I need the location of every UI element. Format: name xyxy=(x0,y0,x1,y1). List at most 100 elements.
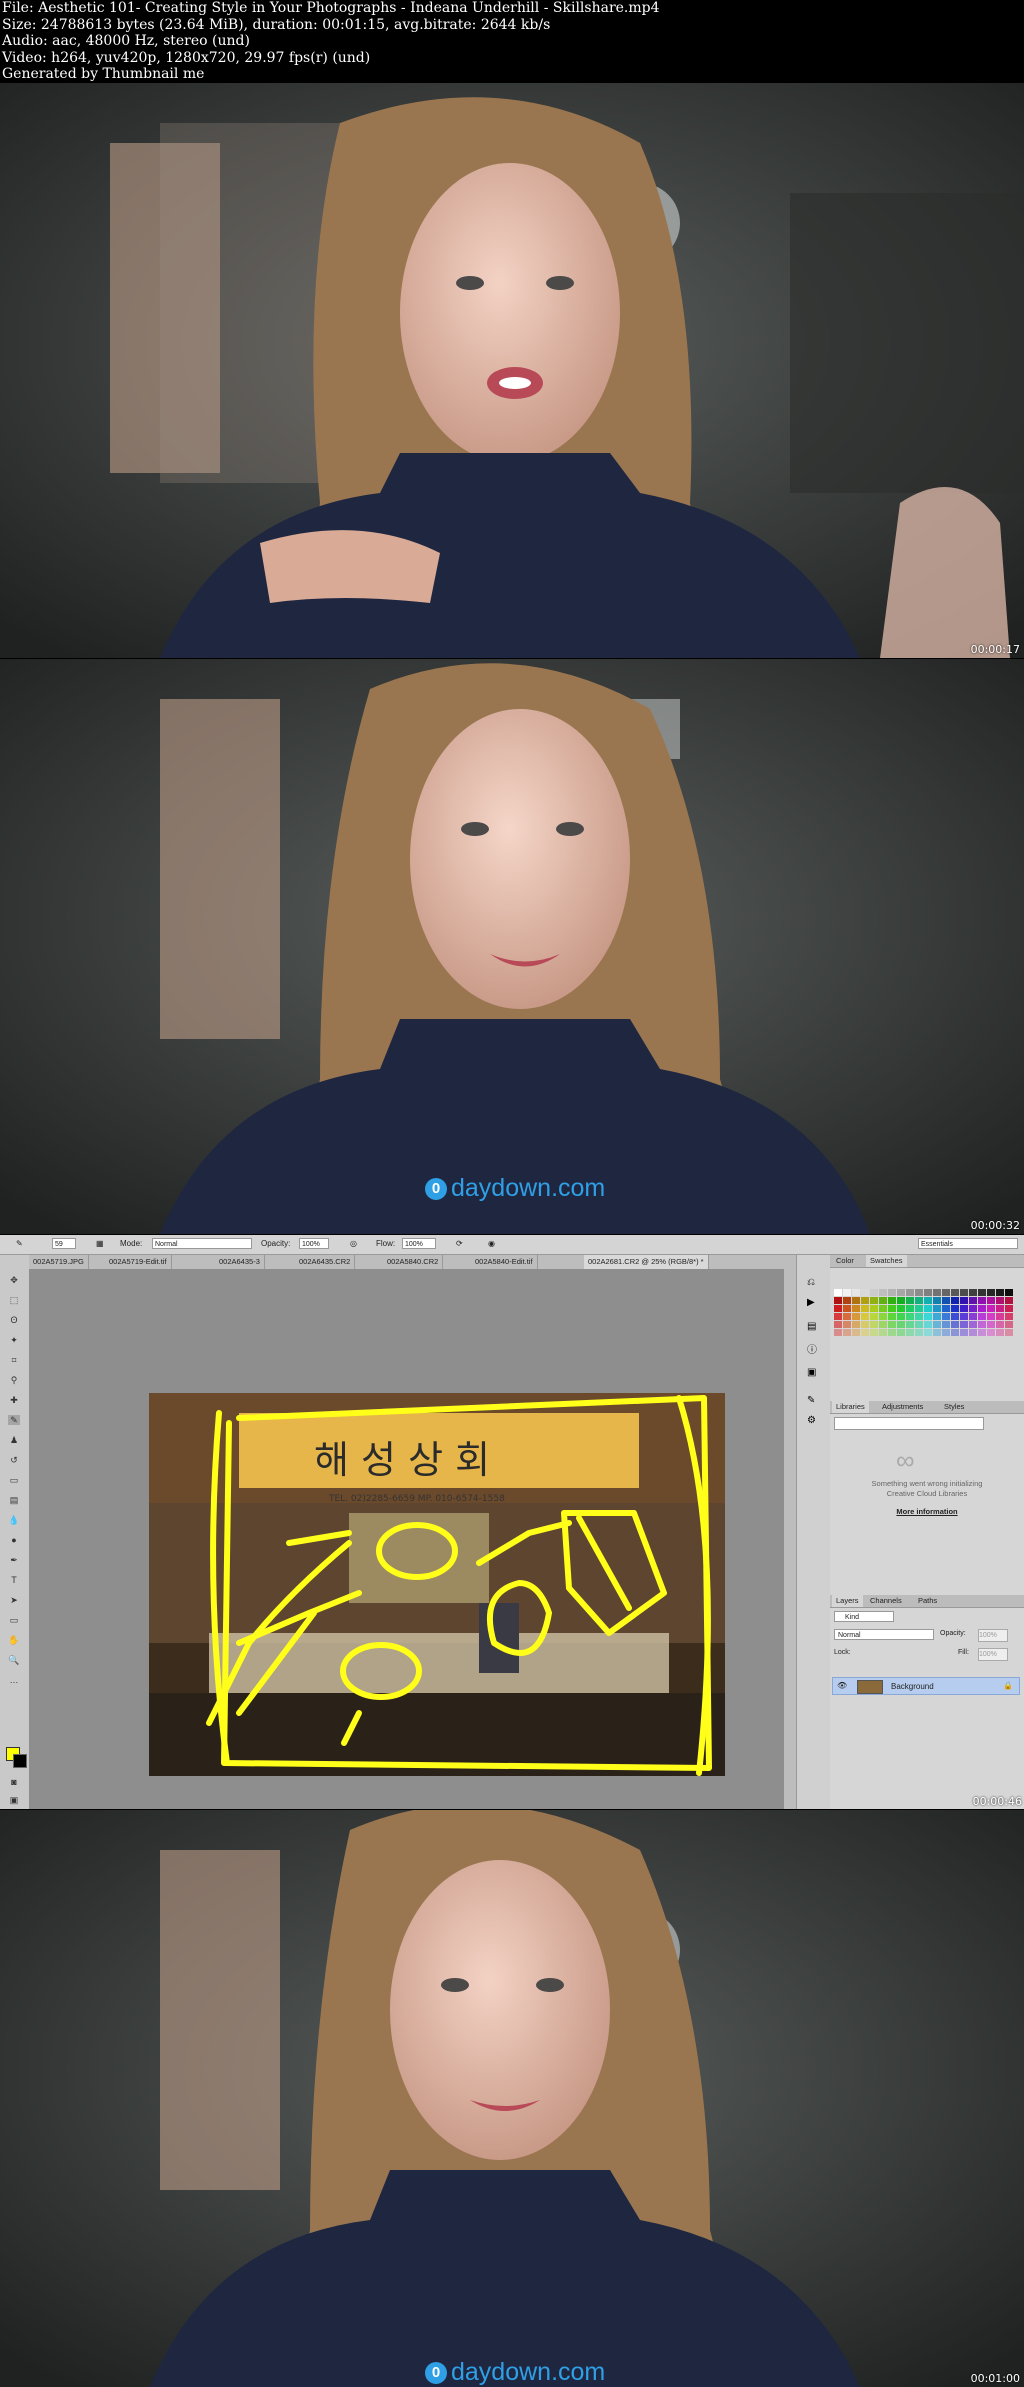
swatch[interactable] xyxy=(987,1321,995,1328)
swatch[interactable] xyxy=(879,1305,887,1312)
swatch[interactable] xyxy=(951,1321,959,1328)
swatch[interactable] xyxy=(834,1297,842,1304)
swatch[interactable] xyxy=(978,1305,986,1312)
opacity-field[interactable]: 100% xyxy=(299,1238,329,1249)
swatch[interactable] xyxy=(852,1289,860,1296)
swatch[interactable] xyxy=(960,1313,968,1320)
document-tab[interactable]: 002A5719.JPG xyxy=(29,1255,89,1269)
healing-tool-icon[interactable]: ✚ xyxy=(8,1395,20,1405)
swatch[interactable] xyxy=(843,1313,851,1320)
swatch[interactable] xyxy=(987,1313,995,1320)
swatch[interactable] xyxy=(960,1297,968,1304)
quick-mask-icon[interactable]: ◙ xyxy=(8,1777,20,1787)
swatch[interactable] xyxy=(861,1313,869,1320)
swatch[interactable] xyxy=(834,1329,842,1336)
document-tab[interactable]: 002A6435.CR2 xyxy=(295,1255,356,1269)
swatch[interactable] xyxy=(906,1329,914,1336)
swatch[interactable] xyxy=(924,1289,932,1296)
swatch[interactable] xyxy=(897,1321,905,1328)
swatches-grid[interactable] xyxy=(834,1289,1013,1377)
market-photo[interactable]: 해 성 상 회 TEL. 02)2285-6659 MP. 010-6574-1… xyxy=(149,1393,725,1776)
swatch[interactable] xyxy=(978,1329,986,1336)
actions-panel-icon[interactable]: ▶ xyxy=(807,1297,815,1308)
pressure-opacity-icon[interactable]: ◎ xyxy=(350,1239,357,1248)
layer-filter-kind[interactable]: Kind xyxy=(834,1611,894,1622)
swatch[interactable] xyxy=(888,1313,896,1320)
swatch[interactable] xyxy=(978,1297,986,1304)
swatch[interactable] xyxy=(852,1313,860,1320)
swatch[interactable] xyxy=(996,1313,1004,1320)
swatch[interactable] xyxy=(1005,1305,1013,1312)
move-tool-icon[interactable]: ✥ xyxy=(8,1275,20,1285)
swatch[interactable] xyxy=(888,1289,896,1296)
brush-size-field[interactable]: 59 xyxy=(52,1238,76,1249)
swatch[interactable] xyxy=(960,1329,968,1336)
tab-styles[interactable]: Styles xyxy=(940,1401,968,1413)
swatch[interactable] xyxy=(942,1289,950,1296)
swatch[interactable] xyxy=(969,1329,977,1336)
document-tab[interactable]: 002A5840-Edit.tif xyxy=(471,1255,538,1269)
swatch[interactable] xyxy=(897,1297,905,1304)
crop-tool-icon[interactable]: ⌗ xyxy=(8,1355,20,1365)
pen-tool-icon[interactable]: ✒ xyxy=(8,1555,20,1565)
dodge-tool-icon[interactable]: ● xyxy=(8,1535,20,1545)
swatch[interactable] xyxy=(996,1329,1004,1336)
tab-libraries[interactable]: Libraries xyxy=(832,1401,869,1413)
swatch[interactable] xyxy=(942,1305,950,1312)
brush-tool-icon[interactable]: ✎ xyxy=(8,1415,20,1425)
swatch[interactable] xyxy=(969,1297,977,1304)
swatch[interactable] xyxy=(879,1289,887,1296)
document-tab[interactable]: 002A5840.CR2 xyxy=(383,1255,444,1269)
canvas-area[interactable]: 해 성 상 회 TEL. 02)2285-6659 MP. 010-6574-1… xyxy=(29,1269,784,1809)
swatch[interactable] xyxy=(915,1321,923,1328)
swatch[interactable] xyxy=(906,1313,914,1320)
swatch[interactable] xyxy=(996,1297,1004,1304)
swatch[interactable] xyxy=(834,1305,842,1312)
tab-adjustments[interactable]: Adjustments xyxy=(878,1401,927,1413)
swatch[interactable] xyxy=(915,1289,923,1296)
library-select[interactable] xyxy=(834,1417,984,1430)
swatch[interactable] xyxy=(843,1289,851,1296)
swatch[interactable] xyxy=(906,1305,914,1312)
swatch[interactable] xyxy=(915,1297,923,1304)
tab-color[interactable]: Color xyxy=(832,1255,858,1267)
marquee-tool-icon[interactable]: ⬚ xyxy=(8,1295,20,1305)
swatch[interactable] xyxy=(915,1305,923,1312)
gradient-tool-icon[interactable]: ▤ xyxy=(8,1495,20,1505)
tab-channels[interactable]: Channels xyxy=(866,1595,906,1607)
layer-row-background[interactable]: 👁 Background 🔒 xyxy=(832,1677,1020,1695)
swatch[interactable] xyxy=(915,1329,923,1336)
swatch[interactable] xyxy=(996,1289,1004,1296)
swatch[interactable] xyxy=(1005,1329,1013,1336)
swatch[interactable] xyxy=(852,1329,860,1336)
zoom-tool-icon[interactable]: 🔍 xyxy=(8,1655,20,1665)
eraser-tool-icon[interactable]: ▭ xyxy=(8,1475,20,1485)
shape-tool-icon[interactable]: ▭ xyxy=(8,1615,20,1625)
tab-layers[interactable]: Layers xyxy=(832,1595,863,1607)
swatch[interactable] xyxy=(834,1313,842,1320)
swatch[interactable] xyxy=(1005,1289,1013,1296)
tab-paths[interactable]: Paths xyxy=(914,1595,941,1607)
swatch[interactable] xyxy=(870,1313,878,1320)
swatch[interactable] xyxy=(906,1289,914,1296)
path-select-tool-icon[interactable]: ➤ xyxy=(8,1595,20,1605)
swatch[interactable] xyxy=(888,1329,896,1336)
swatch[interactable] xyxy=(987,1305,995,1312)
swatch[interactable] xyxy=(1005,1321,1013,1328)
document-tab-active[interactable]: 002A2681.CR2 @ 25% (RGB/8*) * xyxy=(584,1255,709,1269)
swatch[interactable] xyxy=(933,1321,941,1328)
swatch[interactable] xyxy=(978,1321,986,1328)
swatch[interactable] xyxy=(978,1289,986,1296)
swatch[interactable] xyxy=(933,1329,941,1336)
swatch[interactable] xyxy=(978,1313,986,1320)
swatch[interactable] xyxy=(933,1297,941,1304)
swatch[interactable] xyxy=(933,1289,941,1296)
layer-opacity-field[interactable]: 100% xyxy=(978,1629,1008,1642)
swatch[interactable] xyxy=(861,1289,869,1296)
swatch[interactable] xyxy=(861,1321,869,1328)
swatch[interactable] xyxy=(843,1297,851,1304)
swatch[interactable] xyxy=(969,1305,977,1312)
swatch[interactable] xyxy=(924,1297,932,1304)
more-information-link[interactable]: More information xyxy=(830,1507,1024,1516)
swatch[interactable] xyxy=(888,1297,896,1304)
